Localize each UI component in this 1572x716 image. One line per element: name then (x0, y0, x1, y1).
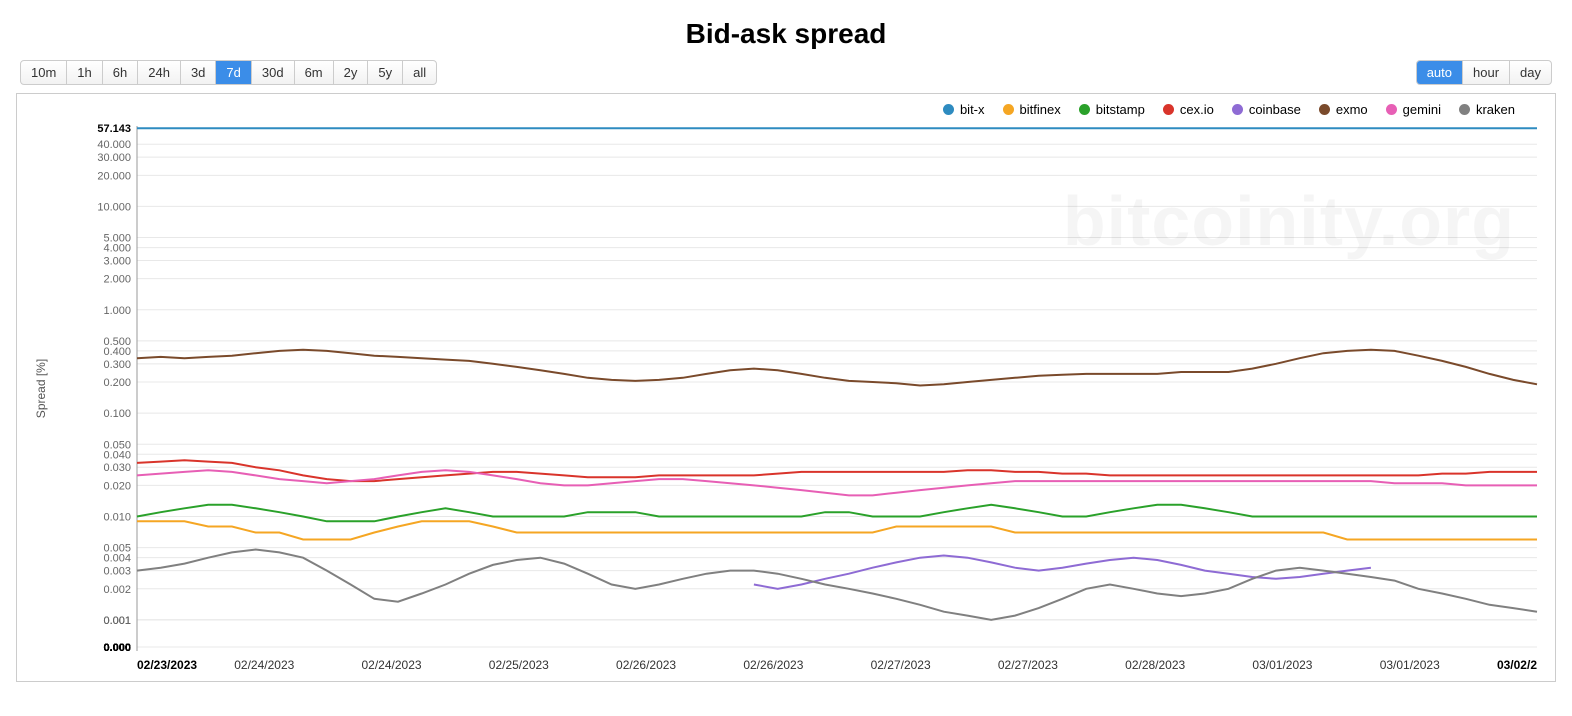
legend-item-cex.io[interactable]: cex.io (1163, 102, 1214, 117)
legend-label: bitstamp (1096, 102, 1145, 117)
legend-label: coinbase (1249, 102, 1301, 117)
legend-dot-icon (1386, 104, 1397, 115)
agg-btn-hour[interactable]: hour (1463, 61, 1510, 84)
legend-label: gemini (1403, 102, 1441, 117)
svg-text:10.000: 10.000 (97, 201, 131, 213)
legend-dot-icon (1079, 104, 1090, 115)
svg-text:02/25/2023: 02/25/2023 (489, 658, 549, 672)
legend-dot-icon (1232, 104, 1243, 115)
range-btn-6h[interactable]: 6h (103, 61, 138, 84)
series-exmo (137, 350, 1537, 386)
legend-dot-icon (1319, 104, 1330, 115)
range-btn-5y[interactable]: 5y (368, 61, 403, 84)
legend-label: exmo (1336, 102, 1368, 117)
svg-text:02/26/2023: 02/26/2023 (743, 658, 803, 672)
legend-dot-icon (1163, 104, 1174, 115)
svg-text:0.004: 0.004 (103, 553, 131, 565)
legend-item-bit-x[interactable]: bit-x (943, 102, 985, 117)
svg-text:1.000: 1.000 (103, 305, 131, 317)
legend-dot-icon (1003, 104, 1014, 115)
range-btn-3d[interactable]: 3d (181, 61, 216, 84)
legend-item-coinbase[interactable]: coinbase (1232, 102, 1301, 117)
legend-dot-icon (1459, 104, 1470, 115)
legend-dot-icon (943, 104, 954, 115)
svg-text:2.000: 2.000 (103, 274, 131, 286)
page-title: Bid-ask spread (0, 0, 1572, 60)
series-gemini (137, 470, 1537, 495)
range-btn-30d[interactable]: 30d (252, 61, 295, 84)
svg-text:0.001: 0.001 (103, 615, 131, 627)
svg-text:03/01/2023: 03/01/2023 (1252, 658, 1312, 672)
range-btn-2y[interactable]: 2y (334, 61, 369, 84)
legend-item-gemini[interactable]: gemini (1386, 102, 1441, 117)
series-bitfinex (137, 521, 1537, 539)
agg-btn-auto[interactable]: auto (1417, 61, 1463, 84)
range-btn-all[interactable]: all (403, 61, 436, 84)
svg-text:0.030: 0.030 (103, 462, 131, 474)
agg-group: autohourday (1416, 60, 1552, 85)
svg-text:0.010: 0.010 (103, 512, 131, 524)
svg-text:02/26/2023: 02/26/2023 (616, 658, 676, 672)
range-btn-6m[interactable]: 6m (295, 61, 334, 84)
svg-text:3.000: 3.000 (103, 255, 131, 267)
range-group: 10m1h6h24h3d7d30d6m2y5yall (20, 60, 437, 85)
svg-text:Spread [%]: Spread [%] (34, 359, 48, 418)
agg-btn-day[interactable]: day (1510, 61, 1551, 84)
legend-label: bitfinex (1020, 102, 1061, 117)
svg-text:40.000: 40.000 (97, 139, 131, 151)
legend-item-exmo[interactable]: exmo (1319, 102, 1368, 117)
svg-text:02/23/2023: 02/23/2023 (137, 658, 197, 672)
svg-text:0.020: 0.020 (103, 480, 131, 492)
legend-item-bitfinex[interactable]: bitfinex (1003, 102, 1061, 117)
svg-text:0.100: 0.100 (103, 408, 131, 420)
svg-text:0.200: 0.200 (103, 377, 131, 389)
chart-frame: bit-x bitfinex bitstamp cex.io coinbase exmo g… (16, 93, 1556, 682)
svg-text:57.143: 57.143 (97, 123, 131, 135)
svg-text:03/02/2: 03/02/2 (1497, 658, 1537, 672)
svg-text:0.300: 0.300 (103, 359, 131, 371)
svg-text:0.400: 0.400 (103, 346, 131, 358)
svg-text:02/24/2023: 02/24/2023 (234, 658, 294, 672)
svg-text:20.000: 20.000 (97, 170, 131, 182)
range-btn-1h[interactable]: 1h (67, 61, 102, 84)
legend-label: bit-x (960, 102, 985, 117)
range-btn-24h[interactable]: 24h (138, 61, 181, 84)
range-btn-10m[interactable]: 10m (21, 61, 67, 84)
svg-text:0.000: 0.000 (103, 642, 131, 654)
svg-text:0.002: 0.002 (103, 584, 131, 596)
range-btn-7d[interactable]: 7d (216, 61, 251, 84)
legend: bit-x bitfinex bitstamp cex.io coinbase exmo g… (17, 94, 1555, 121)
legend-item-kraken[interactable]: kraken (1459, 102, 1515, 117)
legend-label: kraken (1476, 102, 1515, 117)
svg-text:4.000: 4.000 (103, 243, 131, 255)
series-cex.io (137, 460, 1537, 481)
svg-text:02/27/2023: 02/27/2023 (871, 658, 931, 672)
svg-text:02/27/2023: 02/27/2023 (998, 658, 1058, 672)
series-kraken (137, 550, 1537, 620)
svg-text:03/01/2023: 03/01/2023 (1380, 658, 1440, 672)
legend-label: cex.io (1180, 102, 1214, 117)
svg-text:30.000: 30.000 (97, 152, 131, 164)
controls-bar: 10m1h6h24h3d7d30d6m2y5yall autohourday (0, 60, 1572, 93)
svg-text:02/24/2023: 02/24/2023 (362, 658, 422, 672)
svg-text:02/28/2023: 02/28/2023 (1125, 658, 1185, 672)
series-coinbase (754, 556, 1371, 589)
svg-text:0.040: 0.040 (103, 449, 131, 461)
plot-area[interactable]: bitcoinity.org 57.14340.00030.00020.0001… (17, 121, 1555, 681)
series-bitstamp (137, 505, 1537, 522)
legend-item-bitstamp[interactable]: bitstamp (1079, 102, 1145, 117)
chart-svg: 57.14340.00030.00020.00010.0005.0004.000… (17, 121, 1553, 681)
svg-text:0.003: 0.003 (103, 566, 131, 578)
